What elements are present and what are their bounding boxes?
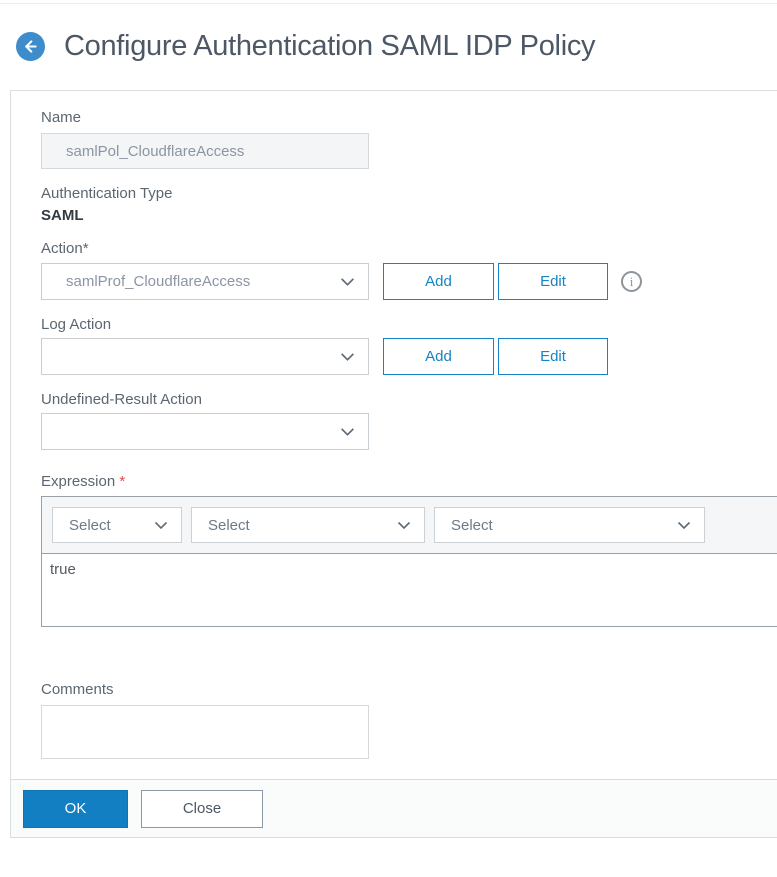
expression-toolbar: Select Select Select [42, 497, 777, 554]
arrow-left-icon [22, 38, 39, 55]
comments-label: Comments [41, 681, 114, 698]
form-panel: Name Authentication Type SAML Action* sa… [10, 90, 777, 838]
undefined-action-label: Undefined-Result Action [41, 391, 202, 408]
close-button[interactable]: Close [141, 789, 263, 828]
chevron-down-icon [339, 423, 368, 440]
log-action-label: Log Action [41, 316, 112, 333]
chevron-down-icon [153, 517, 181, 533]
expression-select-3-value: Select [451, 516, 493, 534]
action-add-button[interactable]: Add [383, 263, 494, 300]
expression-select-2[interactable]: Select [191, 507, 425, 543]
action-select-value: samlProf_CloudflareAccess [66, 273, 251, 290]
auth-type-label: Authentication Type [41, 185, 173, 202]
log-action-edit-button[interactable]: Edit [498, 338, 608, 375]
auth-type-value: SAML [41, 207, 84, 224]
ok-button[interactable]: OK [23, 789, 128, 828]
expression-editor: Select Select Select true [41, 496, 777, 627]
form-footer: OK Close [11, 779, 777, 838]
comments-textarea[interactable] [41, 705, 369, 759]
required-asterisk: * [119, 473, 126, 490]
action-edit-button[interactable]: Edit [498, 263, 608, 300]
page-title: Configure Authentication SAML IDP Policy [64, 30, 596, 62]
back-button[interactable] [16, 32, 45, 61]
log-action-select[interactable] [41, 338, 369, 375]
info-icon[interactable]: i [621, 271, 642, 292]
expression-label: Expression * [41, 473, 777, 490]
expression-select-1[interactable]: Select [52, 507, 182, 543]
expression-select-3[interactable]: Select [434, 507, 705, 543]
info-icon-glyph: i [629, 273, 634, 289]
action-select[interactable]: samlProf_CloudflareAccess [41, 263, 369, 300]
chevron-down-icon [339, 273, 368, 290]
expression-value-area[interactable]: true [42, 554, 777, 626]
expression-select-1-value: Select [69, 516, 111, 534]
expression-label-text: Expression [41, 473, 116, 490]
undefined-action-select[interactable] [41, 413, 369, 450]
action-label: Action* [41, 240, 89, 257]
page-header: Configure Authentication SAML IDP Policy [16, 30, 777, 63]
chevron-down-icon [676, 517, 704, 533]
chevron-down-icon [339, 348, 368, 365]
window-top-divider [0, 3, 777, 4]
log-action-add-button[interactable]: Add [383, 338, 494, 375]
chevron-down-icon [396, 517, 424, 533]
name-label: Name [41, 109, 82, 126]
expression-select-2-value: Select [208, 516, 250, 534]
name-input[interactable] [41, 133, 369, 169]
